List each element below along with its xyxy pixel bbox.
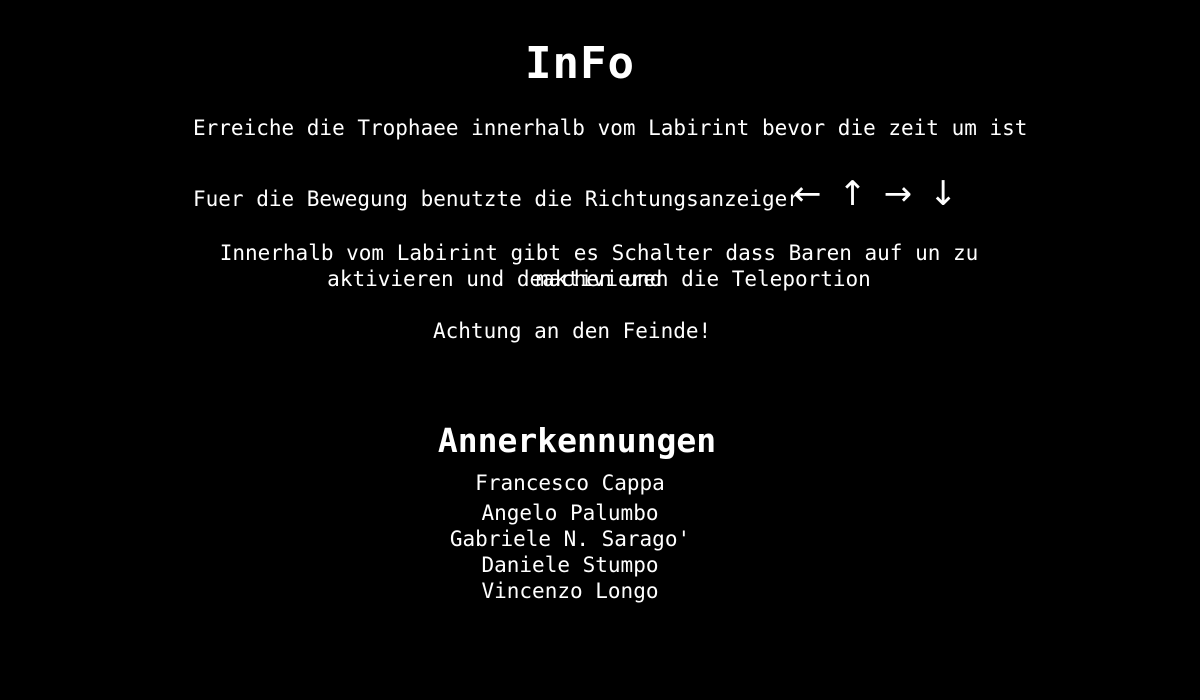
credit-name: Francesco Cappa — [475, 471, 665, 495]
credit-name: Gabriele N. Sarago' — [449, 527, 691, 551]
switches-text-line-1: Innerhalb vom Labirint gibt es Schalter … — [219, 241, 979, 291]
switches-text: Innerhalb vom Labirint gibt es Schalter … — [193, 240, 1005, 292]
movement-text: Fuer die Bewegung benutzte die Richtungs… — [193, 187, 800, 211]
info-screen: InFo Erreiche die Trophaee innerhalb vom… — [0, 0, 1200, 700]
goal-text: Erreiche die Trophaee innerhalb vom Labi… — [193, 116, 1028, 140]
credits-title: Annerkennungen — [437, 421, 717, 460]
arrow-left-icon: ← — [793, 174, 824, 214]
info-title: InFo — [525, 38, 635, 89]
credit-name: Vincenzo Longo — [481, 579, 659, 603]
credits-list: Francesco Cappa Angelo Palumbo Gabriele … — [0, 470, 1140, 604]
switches-text-line-2: aktivieren und deaktivieren die Teleport… — [327, 267, 871, 291]
warning-text: Achtung an den Feinde! — [433, 319, 712, 343]
credit-name: Angelo Palumbo — [481, 501, 659, 525]
arrow-down-icon: ↓ — [928, 174, 960, 214]
arrow-keys: ← ↑ → ↓ — [793, 174, 961, 214]
arrow-up-icon: ↑ — [838, 174, 869, 214]
arrow-right-icon: → — [883, 174, 915, 214]
credit-name: Daniele Stumpo — [481, 553, 659, 577]
